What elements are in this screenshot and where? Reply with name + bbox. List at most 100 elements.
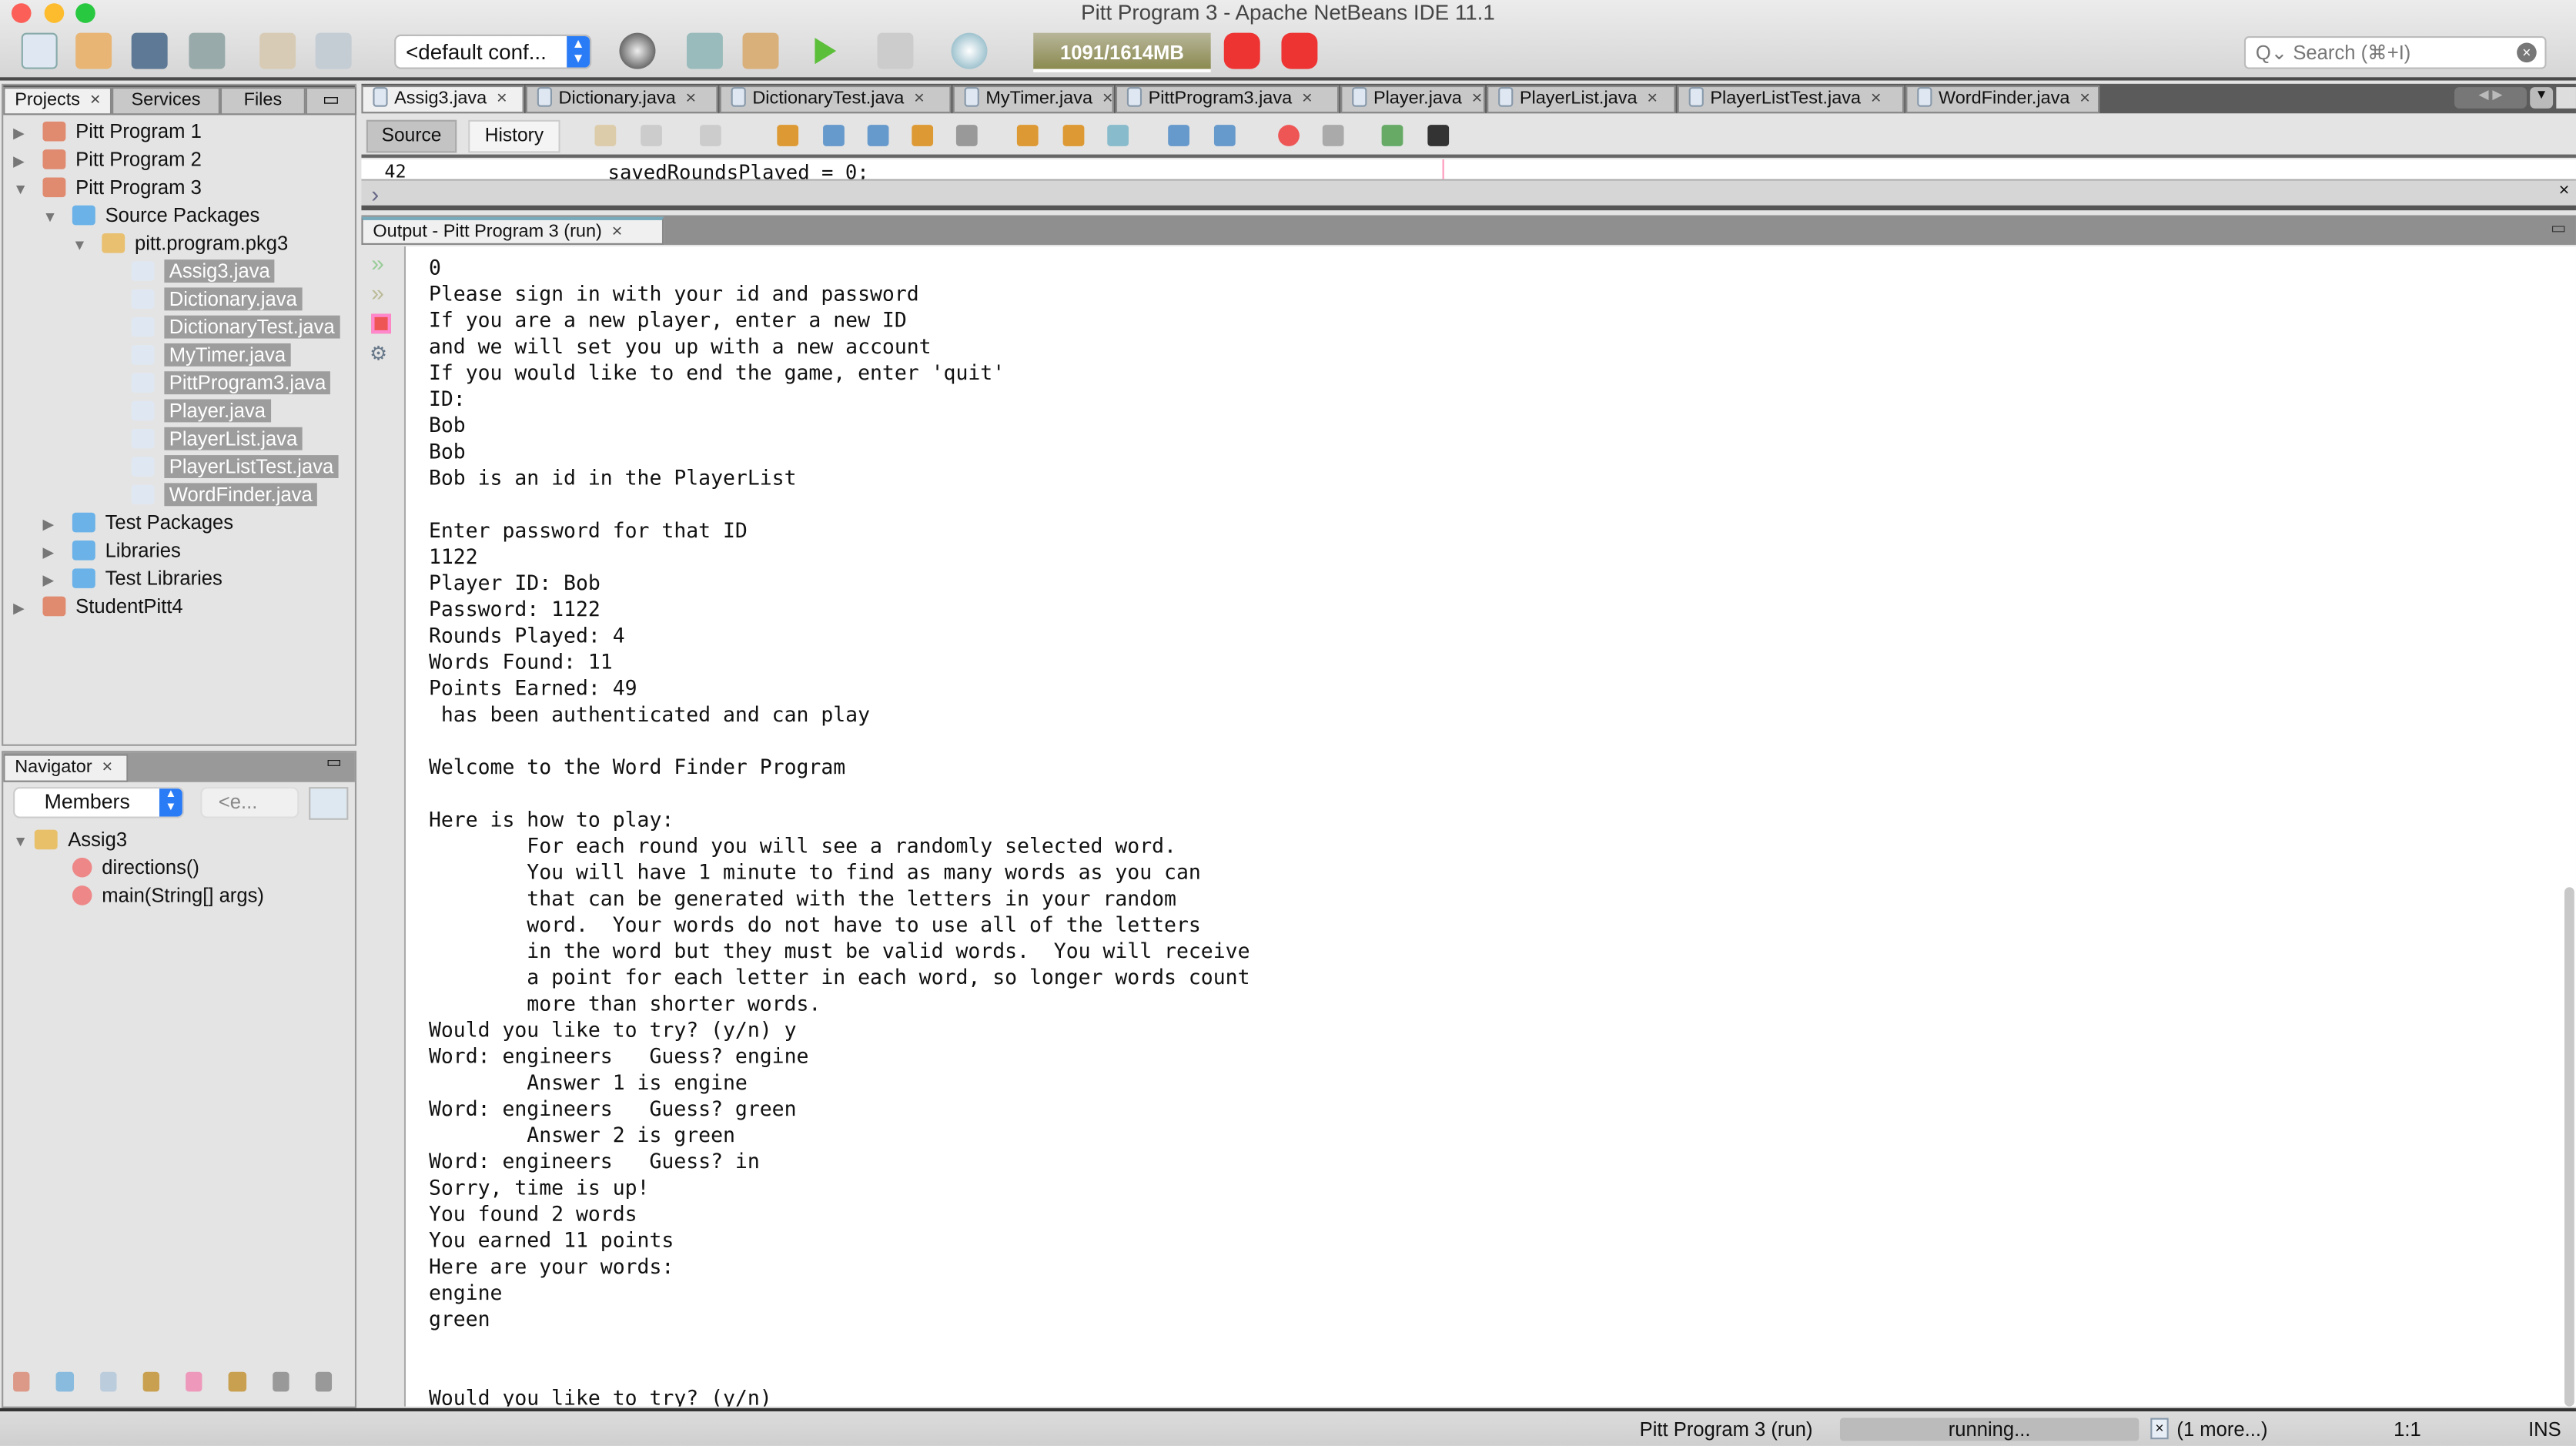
navigator-member[interactable]: main(String[] args) — [72, 882, 264, 910]
fields-icon[interactable] — [56, 1371, 73, 1392]
shift-right-icon[interactable] — [1213, 125, 1236, 146]
collapsed-triangle-icon[interactable]: ▶ — [13, 148, 29, 176]
editor-tab[interactable]: Player.java × — [1340, 85, 1486, 114]
close-icon[interactable]: × — [1647, 89, 1658, 109]
uncomment-icon[interactable] — [1427, 125, 1450, 146]
tree-item[interactable]: ▶ Test Libraries — [42, 565, 222, 593]
tab-scroll-arrows-icon[interactable]: ◀ ▶ — [2454, 87, 2527, 109]
redo-icon[interactable] — [315, 32, 352, 69]
expanded-triangle-icon[interactable]: ▼ — [72, 232, 89, 259]
nonpublic-icon[interactable] — [142, 1371, 159, 1392]
code-editor[interactable]: 42 savedRoundsPlayed = 0; — [361, 159, 2576, 181]
expanded-triangle-icon[interactable]: ▼ — [42, 204, 59, 232]
tree-item[interactable]: WordFinder.java — [102, 481, 318, 509]
tree-item[interactable]: PlayerListTest.java — [102, 454, 339, 481]
memory-indicator[interactable]: 1091/1614MB — [1033, 32, 1211, 72]
minimize-panel-icon[interactable]: ▭ — [326, 754, 342, 772]
close-icon[interactable]: × — [612, 222, 623, 242]
settings-icon[interactable]: ⚙ — [370, 342, 387, 365]
tree-item[interactable]: DictionaryTest.java — [102, 314, 340, 342]
close-icon[interactable]: × — [1302, 89, 1313, 109]
tab-projects[interactable]: Projects × — [3, 87, 112, 115]
globe-icon[interactable] — [619, 32, 656, 69]
collapsed-triangle-icon[interactable]: ▶ — [13, 594, 29, 622]
back-icon[interactable] — [641, 125, 662, 146]
open-project-icon[interactable] — [131, 32, 168, 69]
run-icon[interactable] — [815, 38, 837, 65]
tree-item[interactable]: ▶ Pitt Program 2 — [13, 146, 202, 174]
tree-item[interactable]: ▼ Pitt Program 3 — [13, 174, 202, 202]
comment-icon[interactable] — [1381, 125, 1403, 146]
minimize-panel-icon[interactable]: ▭ — [305, 87, 357, 115]
tab-services[interactable]: Services — [112, 87, 220, 115]
toggle-highlight-icon[interactable] — [912, 125, 934, 146]
secondary-filter-select[interactable]: <e... — [200, 787, 299, 818]
find-icon[interactable] — [777, 125, 799, 146]
rectangular-selection-icon[interactable] — [955, 125, 978, 146]
stop-icon[interactable] — [371, 313, 391, 334]
minimize-panel-icon[interactable]: ▭ — [2551, 220, 2566, 238]
tree-item[interactable]: Player.java — [102, 397, 271, 425]
start-macro-icon[interactable] — [1278, 125, 1300, 146]
tree-item[interactable]: ▶ StudentPitt4 — [13, 593, 183, 621]
tree-item[interactable]: ▶ Test Packages — [42, 510, 233, 537]
collapsed-triangle-icon[interactable]: ▶ — [42, 567, 59, 594]
tree-item[interactable]: ▼ pitt.program.pkg3 — [72, 230, 288, 258]
configuration-select[interactable]: <default conf... ▲ ▼ — [394, 34, 592, 69]
tree-item[interactable]: ▶ Pitt Program 1 — [13, 119, 202, 146]
close-icon[interactable]: × — [90, 90, 101, 110]
rerun-icon[interactable]: » — [371, 249, 384, 276]
build-hammer-icon[interactable] — [686, 32, 723, 69]
expanded-triangle-icon[interactable]: ▼ — [13, 176, 29, 203]
last-edit-icon[interactable] — [594, 125, 617, 146]
tab-output[interactable]: Output - Pitt Program 3 (run) × — [361, 216, 664, 245]
save-all-icon[interactable] — [189, 32, 226, 69]
breadcrumb-chevron-icon[interactable]: › — [371, 181, 379, 207]
output-scrollbar[interactable] — [2564, 887, 2574, 1407]
tree-item[interactable]: Dictionary.java — [102, 286, 303, 313]
tree-item[interactable]: PlayerList.java — [102, 426, 303, 454]
navigator-root[interactable]: ▼ Assig3 — [13, 826, 127, 854]
rerun-with-params-icon[interactable]: » — [371, 279, 384, 306]
tree-item[interactable]: ▶ Libraries — [42, 537, 180, 565]
more-tasks-link[interactable]: (1 more...) — [2176, 1418, 2267, 1441]
clear-search-icon[interactable]: × — [2517, 42, 2537, 63]
editor-tab[interactable]: Assig3.java × — [361, 85, 524, 114]
collapsed-triangle-icon[interactable]: ▶ — [42, 511, 59, 539]
collapsed-triangle-icon[interactable]: ▶ — [42, 539, 59, 567]
history-button[interactable]: History — [468, 119, 560, 153]
editor-tab[interactable]: PittProgram3.java × — [1115, 85, 1340, 114]
tree-item[interactable]: PittProgram3.java — [102, 370, 331, 397]
inherited-members-icon[interactable] — [13, 1371, 30, 1392]
output-console[interactable]: 0 Please sign in with your id and passwo… — [406, 246, 2576, 1407]
tab-list-dropdown-icon[interactable]: ▼ — [2530, 87, 2554, 109]
profile-icon[interactable] — [951, 32, 988, 69]
search-input[interactable]: Q⌄ Search (⌘+I) × — [2243, 35, 2547, 69]
previous-bookmark-icon[interactable] — [1016, 125, 1039, 146]
sort-source-icon[interactable] — [315, 1371, 333, 1392]
clean-build-icon[interactable] — [742, 32, 779, 69]
undo-icon[interactable] — [259, 32, 296, 69]
expanded-triangle-icon[interactable]: ▼ — [13, 828, 29, 855]
source-button[interactable]: Source — [366, 119, 457, 153]
tree-item[interactable]: ▼ Source Packages — [42, 202, 259, 229]
editor-tab[interactable]: DictionaryTest.java × — [719, 85, 952, 114]
new-file-icon[interactable] — [21, 32, 58, 69]
editor-tab[interactable]: PlayerList.java × — [1487, 85, 1676, 114]
editor-tab[interactable]: PlayerListTest.java × — [1677, 85, 1905, 114]
shift-left-icon[interactable] — [1168, 125, 1189, 146]
close-icon[interactable]: × — [914, 89, 925, 109]
editor-tab[interactable]: Dictionary.java × — [525, 85, 718, 114]
editor-tab[interactable]: WordFinder.java × — [1905, 85, 2100, 114]
fqn-icon[interactable] — [229, 1371, 246, 1392]
gc-icon[interactable] — [1223, 32, 1260, 69]
layout-toggle-icon[interactable] — [309, 787, 349, 820]
tab-files[interactable]: Files — [219, 87, 306, 115]
close-icon[interactable]: × — [1871, 89, 1882, 109]
close-icon[interactable]: × — [497, 89, 507, 109]
stop-macro-icon[interactable] — [1322, 125, 1344, 146]
inner-classes-icon[interactable] — [186, 1371, 203, 1392]
forward-icon[interactable] — [700, 125, 721, 146]
tree-item[interactable]: MyTimer.java — [102, 342, 291, 370]
new-project-icon[interactable] — [75, 32, 112, 69]
